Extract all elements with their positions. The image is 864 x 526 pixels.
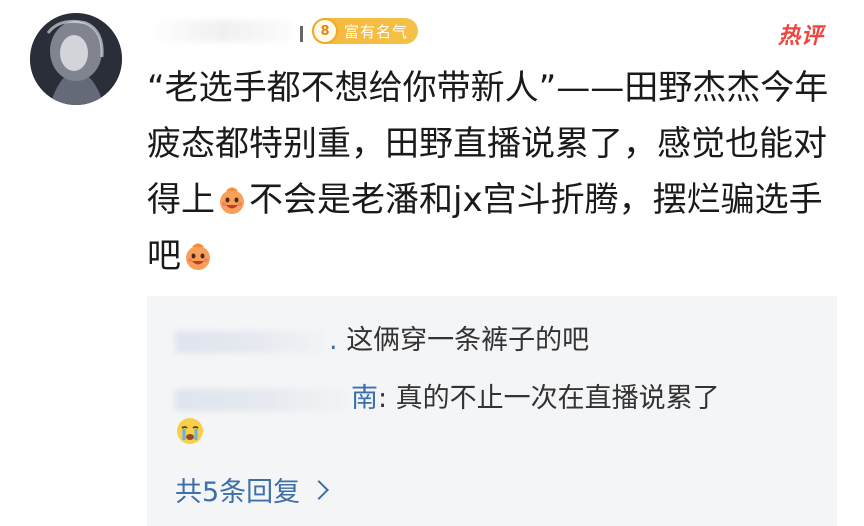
comment-text: “老选手都不想给你带新人”——田野杰杰今年疲态都特别重，田野直播说累了，感觉也能…	[147, 60, 837, 284]
reply-item[interactable]: . 这俩穿一条裤子的吧	[175, 318, 589, 357]
fame-badge[interactable]: 8 富有名气	[312, 18, 419, 44]
avatar-image	[30, 13, 122, 105]
username-divider	[300, 26, 303, 42]
view-more-replies-link[interactable]: 共5条回复	[175, 470, 330, 509]
laugh-emoji	[183, 241, 213, 271]
cry-emoji	[175, 416, 205, 446]
reply-text: 这俩穿一条裤子的吧	[346, 325, 590, 356]
reply-author-redacted[interactable]	[175, 330, 325, 353]
comment-card: 8 富有名气 热评 “老选手都不想给你带新人”——田野杰杰今年疲态都特别重，田野…	[0, 0, 864, 526]
badge-level: 8	[312, 18, 338, 44]
comment-text-part-2: 不会是老潘和jx宫斗折腾，摆烂骗选手吧	[147, 180, 823, 276]
reply-text: : 真的不止一次在直播说累了	[378, 383, 720, 414]
more-replies-label[interactable]: 共5条回复	[175, 470, 300, 509]
reply-author-visible[interactable]: .	[329, 325, 338, 356]
reply-author-redacted[interactable]	[175, 388, 347, 411]
reply-preview[interactable]: . 这俩穿一条裤子的吧 南: 真的不止一次在直播说累了 共5条回复	[147, 296, 837, 526]
hot-comment-tag: 热评	[777, 24, 824, 49]
reply-author-visible[interactable]: 南	[351, 383, 378, 414]
laugh-emoji	[217, 185, 247, 215]
chevron-right-icon	[309, 479, 330, 500]
reply-item[interactable]: 南: 真的不止一次在直播说累了	[175, 376, 720, 415]
username-redacted[interactable]	[152, 20, 292, 42]
avatar[interactable]	[30, 13, 122, 105]
badge-label: 富有名气	[344, 22, 409, 41]
